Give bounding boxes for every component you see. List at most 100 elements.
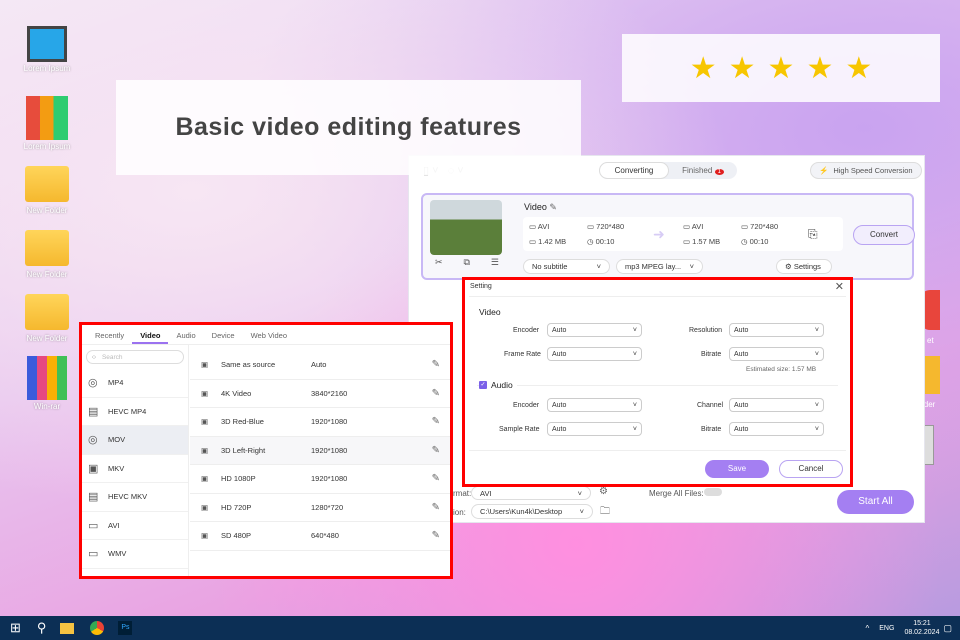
effects-icon[interactable]: ☰	[491, 257, 499, 268]
desktop-icon-binders[interactable]: Lorem Ipsum	[14, 96, 80, 151]
close-icon[interactable]: ✕	[835, 280, 844, 293]
format-item[interactable]: ▭ WMV	[82, 540, 188, 569]
video-thumbnail[interactable]	[430, 200, 502, 255]
preset-row[interactable]: ▣ 4K Video 3840*2160 ✎	[190, 380, 450, 408]
format-tab-video[interactable]: Video	[132, 325, 169, 344]
preset-row[interactable]: ▣ HD 1080P 1920*1080 ✎	[190, 465, 450, 494]
preset-row[interactable]: ▣ HD 720P 1280*720 ✎	[190, 494, 450, 522]
video-encoder-select[interactable]: Auto ˅	[547, 323, 642, 337]
video-bitrate-select[interactable]: Auto ˅	[729, 347, 824, 361]
chrome-icon[interactable]	[90, 621, 105, 635]
format-label: HEVC MP4	[108, 406, 147, 416]
output-location-select[interactable]: C:\Users\Kun4k\Desktop ˅	[471, 504, 593, 519]
desktop-icon-folder[interactable]: New Folder	[14, 224, 80, 279]
edit-icon[interactable]: ✎	[432, 445, 440, 456]
video-section-title: Video	[479, 307, 501, 317]
cancel-button[interactable]: Cancel	[779, 460, 843, 478]
preset-resolution: 1920*1080	[311, 417, 348, 427]
format-label: AVI	[108, 520, 120, 530]
sample-rate-select[interactable]: Auto ˅	[547, 422, 642, 436]
desktop-icon-folder[interactable]: New Folder	[14, 160, 80, 215]
resolution-label: Resolution	[689, 327, 723, 334]
file-explorer-icon[interactable]	[60, 622, 75, 634]
preset-name: 3D Left-Right	[221, 445, 266, 455]
preset-row[interactable]: ▣ SD 480P 640*480 ✎	[190, 522, 450, 551]
star-icon: ★	[728, 51, 756, 85]
audio-value: mp3 MPEG lay...	[625, 262, 682, 271]
format-tab-audio[interactable]: Audio	[168, 325, 203, 344]
desktop-icon-winrar[interactable]: Win-rar	[14, 356, 80, 411]
format-settings-icon[interactable]: ⚙	[599, 486, 608, 497]
format-item[interactable]: ▤ HEVC MP4	[82, 398, 188, 426]
audio-encoder-label: Encoder	[513, 402, 540, 409]
format-item[interactable]: ◎ MOV	[82, 426, 188, 455]
preset-resolution: 1920*1080	[311, 474, 348, 484]
crop-icon[interactable]: ⧉	[464, 257, 470, 268]
merge-toggle[interactable]	[704, 488, 722, 496]
format-tab-web-video[interactable]: Web Video	[243, 325, 295, 344]
edit-icon[interactable]: ✎	[432, 416, 440, 427]
preset-row[interactable]: ▣ Same as source Auto ✎	[190, 351, 450, 380]
edit-icon[interactable]: ✎	[432, 388, 440, 399]
edit-icon[interactable]: ✎	[432, 473, 440, 484]
settings-button[interactable]: ⚙ Settings	[776, 259, 832, 274]
edit-icon[interactable]: ✎	[432, 530, 440, 541]
subtitle-value: No subtitle	[532, 262, 568, 271]
resolution-select[interactable]: Auto ˅	[729, 323, 824, 337]
search-icon: ○	[92, 353, 96, 361]
format-item[interactable]: ◎ MP4	[82, 369, 188, 398]
audio-encoder-select[interactable]: Auto ˅	[547, 398, 642, 412]
frame-rate-select[interactable]: Auto ˅	[547, 347, 642, 361]
start-all-button[interactable]: Start All	[837, 490, 914, 514]
chevron-up-icon[interactable]: ^	[866, 624, 870, 633]
icon-label: New Folder	[26, 206, 68, 215]
format-item[interactable]: ▤ HEVC MKV	[82, 483, 188, 512]
format-tab-device[interactable]: Device	[204, 325, 243, 344]
format-item[interactable]: ▭ AVI	[82, 512, 188, 540]
format-icon: ▭	[88, 548, 99, 561]
format-tab-recently[interactable]: Recently	[87, 325, 132, 344]
desktop-icon-folder[interactable]: New Folder	[14, 288, 80, 343]
audio-checkbox[interactable]: ✓	[479, 381, 487, 389]
video-icon: ▣	[201, 360, 209, 370]
format-item[interactable]: ▣ MKV	[82, 455, 188, 483]
high-speed-label: High Speed Conversion	[833, 166, 913, 175]
preset-name: SD 480P	[221, 531, 252, 541]
cut-icon[interactable]: ✂	[435, 257, 443, 268]
star-icon: ★	[845, 51, 873, 85]
clock[interactable]: 15:21 08.02.2024	[904, 619, 939, 637]
high-speed-button[interactable]: ⚡ High Speed Conversion	[810, 162, 922, 179]
output-format-select[interactable]: AVI ˅	[471, 486, 591, 500]
audio-section: ✓ Audio	[479, 380, 517, 390]
windows-start-icon[interactable]: ⊞	[10, 620, 21, 636]
output-settings-icon[interactable]: ⎘	[808, 227, 818, 242]
folder-open-icon[interactable]: 🗀	[600, 504, 610, 521]
preset-name: 3D Red-Blue	[221, 417, 264, 427]
tab-finished[interactable]: Finished 1	[669, 162, 737, 179]
subtitle-select[interactable]: No subtitle ˅	[523, 259, 610, 274]
location-label: ion:	[453, 508, 466, 517]
preset-row[interactable]: ▣ 3D Red-Blue 1920*1080 ✎	[190, 408, 450, 437]
desktop-icon-computer[interactable]: Lorem Ipsum	[14, 26, 80, 73]
search-icon[interactable]: ⚲	[37, 620, 47, 636]
src-duration: ◷ 00:10	[587, 237, 615, 246]
language-indicator[interactable]: ENG	[879, 625, 894, 632]
search-input[interactable]: ○ Search	[86, 350, 184, 364]
channel-select[interactable]: Auto ˅	[729, 398, 824, 412]
save-button[interactable]: Save	[705, 460, 769, 478]
tab-converting[interactable]: Converting	[599, 162, 669, 179]
notification-icon[interactable]: ▢	[943, 623, 952, 634]
audio-track-select[interactable]: mp3 MPEG lay... ˅	[616, 259, 703, 274]
icon-label: New Folder	[26, 334, 68, 343]
arrow-right-icon: ➜	[653, 226, 665, 242]
edit-icon[interactable]: ✎	[432, 502, 440, 513]
src-format: ▭ AVI	[529, 222, 550, 231]
dst-resolution: ▭ 720*480	[741, 222, 779, 231]
audio-bitrate-select[interactable]: Auto ˅	[729, 422, 824, 436]
photoshop-icon[interactable]: Ps	[118, 621, 133, 635]
edit-icon[interactable]: ✎	[432, 359, 440, 370]
banner-title: Basic video editing features	[175, 113, 522, 141]
edit-icon[interactable]: ✎	[549, 202, 557, 212]
convert-button[interactable]: Convert	[853, 225, 915, 245]
preset-row[interactable]: ▣ 3D Left-Right 1920*1080 ✎	[190, 436, 450, 465]
